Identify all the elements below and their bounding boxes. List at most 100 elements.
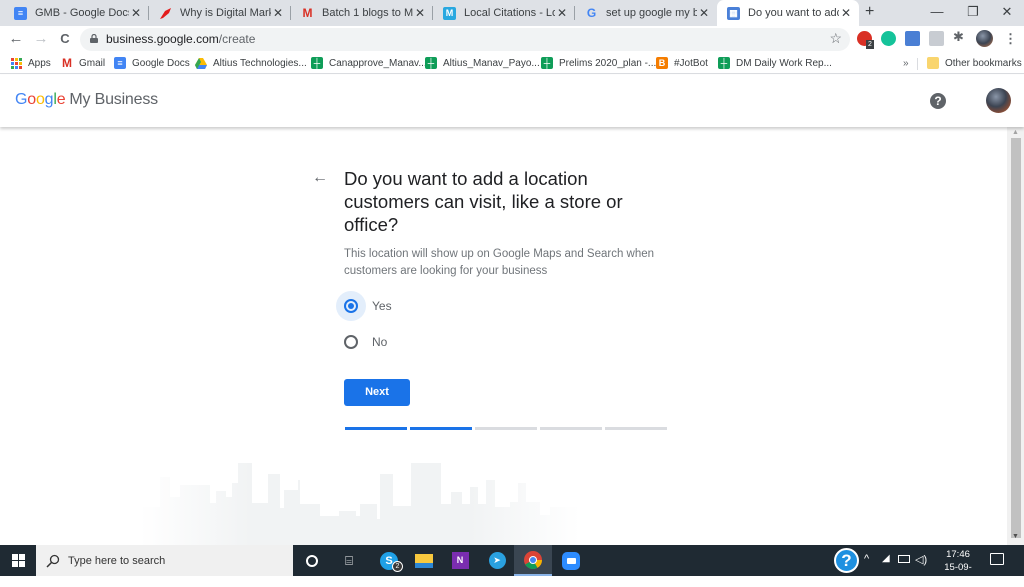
bookmark-apps[interactable]: Apps — [10, 55, 51, 71]
tab-close-icon[interactable]: ✕ — [271, 6, 285, 20]
next-button[interactable]: Next — [344, 379, 410, 406]
help-icon[interactable]: ? — [930, 93, 946, 109]
zoom-icon[interactable] — [552, 545, 590, 576]
new-tab-button[interactable]: + — [865, 3, 874, 21]
google-icon: G — [586, 6, 597, 20]
close-window-button[interactable]: ✕ — [984, 0, 1024, 26]
bookmark-label: Google Docs — [132, 57, 190, 69]
bookmark-star-icon[interactable]: ☆ — [829, 30, 842, 47]
back-arrow-icon[interactable]: ← — [312, 169, 328, 187]
option-no[interactable]: No — [336, 327, 387, 357]
bookmark-dm-daily-work-rep[interactable]: ┼ DM Daily Work Rep... — [718, 55, 832, 71]
reload-button[interactable]: C — [55, 29, 75, 49]
page-subtitle: This location will show up on Google Map… — [344, 248, 655, 277]
option-label: Yes — [372, 299, 392, 313]
file-explorer-icon[interactable] — [405, 545, 443, 576]
apps-grid-icon — [10, 57, 22, 69]
search-placeholder: Type here to search — [68, 554, 166, 567]
bookmark-google-docs[interactable]: ≡ Google Docs — [114, 55, 190, 71]
google-docs-icon: ≡ — [114, 57, 126, 69]
scroll-down-arrow-icon[interactable]: ▼ — [1007, 533, 1024, 543]
tab-set-up-google-my-business[interactable]: G set up google my busine ✕ — [575, 0, 717, 26]
grammarly-icon[interactable] — [881, 31, 896, 46]
google-docs-icon: ≡ — [14, 6, 27, 20]
radio-button-yes[interactable] — [344, 299, 358, 313]
url-host: business.google.com — [106, 32, 219, 46]
clock-time: 17:46 — [946, 549, 970, 560]
telegram-icon[interactable]: ➤ — [478, 545, 516, 576]
tab-gmb-google-docs[interactable]: ≡ GMB - Google Docs ✕ — [4, 0, 149, 26]
progress-segment — [345, 427, 407, 430]
scroll-thumb[interactable] — [1011, 138, 1021, 538]
extension-badge: 2 — [866, 40, 874, 49]
gmail-icon: M — [62, 56, 72, 70]
volume-icon[interactable]: ◁) — [915, 553, 927, 566]
google-drive-icon — [195, 57, 207, 69]
profile-avatar-icon[interactable] — [976, 30, 993, 47]
bookmark-altius-manav-payo[interactable]: ┼ Altius_Manav_Payo... — [425, 55, 540, 71]
forward-button[interactable]: → — [31, 29, 51, 49]
tab-close-icon[interactable]: ✕ — [413, 6, 427, 20]
notification-center-icon[interactable] — [990, 553, 1004, 565]
tab-batch-1-blogs[interactable]: M Batch 1 blogs to Manav ✕ — [291, 0, 433, 26]
skype-icon[interactable]: S 2 — [370, 545, 408, 576]
progress-segment — [410, 427, 472, 430]
progress-segment — [475, 427, 537, 430]
browser-toolbar: ← → C business.google.com/create ☆ 2 ✱ ⋮ — [0, 26, 1024, 52]
address-bar[interactable]: business.google.com/create ☆ — [80, 28, 850, 51]
tray-help-icon[interactable]: ? — [834, 548, 859, 573]
skyline-shape — [140, 463, 580, 545]
progress-segment — [605, 427, 667, 430]
cortana-icon[interactable] — [293, 545, 331, 576]
tray-chevron-icon[interactable]: ^ — [864, 553, 869, 565]
page-scrollbar[interactable]: ▲ ▼ — [1007, 127, 1024, 545]
system-clock[interactable]: 17:46 15-09-2020 — [934, 548, 982, 587]
clock-date: 15-09-2020 — [944, 562, 972, 586]
bookmark-label: Apps — [28, 57, 51, 69]
gmb-header: Google My Business ? — [0, 75, 1024, 127]
browser-menu-icon[interactable]: ⋮ — [1004, 31, 1017, 47]
bookmark-gmail[interactable]: M Gmail — [61, 55, 105, 71]
gmb-icon: ▦ — [727, 6, 740, 20]
chrome-icon[interactable] — [514, 545, 552, 576]
taskbar-search-box[interactable]: Type here to search — [36, 545, 293, 576]
bookmark-altius-technologies[interactable]: Altius Technologies... — [195, 55, 307, 71]
other-bookmarks[interactable]: Other bookmarks — [927, 55, 1022, 71]
cast-icon[interactable] — [929, 31, 944, 46]
radio-button-no[interactable] — [344, 335, 358, 349]
tab-close-icon[interactable]: ✕ — [129, 6, 143, 20]
battery-icon[interactable] — [898, 555, 910, 563]
tab-local-citations[interactable]: M Local Citations - Local S ✕ — [433, 0, 575, 26]
google-my-business-logo[interactable]: Google My Business — [15, 91, 158, 109]
folder-icon — [927, 57, 939, 69]
back-button[interactable]: ← — [6, 29, 26, 49]
start-button[interactable] — [0, 545, 36, 576]
bookmark-label: Canapprove_Manav... — [329, 57, 427, 69]
lock-icon — [90, 34, 98, 43]
tab-why-digital-marketing[interactable]: Why is Digital Marketing ✕ — [149, 0, 291, 26]
tab-close-icon[interactable]: ✕ — [555, 6, 569, 20]
onenote-icon[interactable]: N — [441, 545, 479, 576]
page-content: ← Do you want to add a location customer… — [0, 127, 1007, 545]
option-yes[interactable]: Yes — [336, 291, 392, 321]
puzzle-extensions-icon[interactable]: ✱ — [953, 29, 968, 44]
logo-letter: o — [35, 91, 45, 108]
url-path: /create — [218, 32, 256, 46]
task-view-icon[interactable]: ⌸ — [330, 545, 368, 576]
account-avatar[interactable] — [986, 88, 1011, 113]
page-title: Do you want to add a location customers … — [344, 168, 623, 235]
blogger-icon: B — [656, 57, 668, 69]
bookmarks-overflow-button[interactable]: » — [903, 55, 909, 71]
windows-taskbar: Type here to search ⌸ S 2 N ➤ ? ^ ◢ ◁) 1… — [0, 545, 1024, 586]
google-sheets-icon: ┼ — [541, 57, 553, 69]
tab-close-icon[interactable]: ✕ — [839, 6, 853, 20]
bookmark-canapprove[interactable]: ┼ Canapprove_Manav... — [311, 55, 427, 71]
bookmark-label: Gmail — [79, 57, 106, 69]
bookmark-prelims-2020[interactable]: ┼ Prelims 2020_plan -... — [541, 55, 656, 71]
network-icon[interactable]: ◢ — [882, 553, 890, 564]
bookmark-jotbot[interactable]: B #JotBot — [656, 55, 708, 71]
translate-icon[interactable] — [905, 31, 920, 46]
tab-do-you-want-to-add-location[interactable]: ▦ Do you want to add a lo ✕ — [717, 0, 859, 26]
url-text: business.google.com/create — [106, 32, 255, 46]
tab-close-icon[interactable]: ✕ — [697, 6, 711, 20]
